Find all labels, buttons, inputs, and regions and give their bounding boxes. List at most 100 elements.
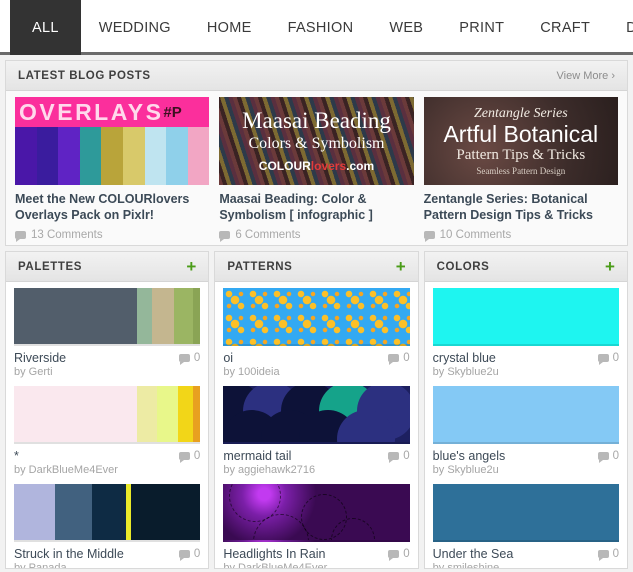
category-nav: ALLWEDDINGHOMEFASHIONWEBPRINTCRAFTDIGITA… [0, 0, 633, 55]
item-comment-count[interactable]: 0 [178, 450, 200, 464]
pattern-tile[interactable] [223, 386, 410, 445]
item-text-block: Riverside [14, 351, 66, 365]
item-name[interactable]: Headlights In Rain [223, 547, 325, 561]
item-author[interactable]: by Skyblue2u [433, 464, 619, 476]
zentangle-line-1: Zentangle Series [473, 105, 568, 121]
item-name[interactable]: Under the Sea [433, 547, 514, 561]
palette-color [54, 288, 96, 345]
zentangle-line-3: Pattern Tips & Tricks [456, 147, 586, 164]
pattern-tile[interactable] [223, 484, 410, 543]
item-meta-row: blue's angels 0 [433, 449, 619, 464]
item-author[interactable]: by 100ideia [223, 366, 409, 378]
list-item: Under the Sea 0 by smileshine [432, 484, 619, 568]
blog-post-comments[interactable]: 13 Comments [15, 229, 209, 243]
item-comment-count[interactable]: 0 [178, 352, 200, 366]
item-name[interactable]: blue's angels [433, 449, 506, 463]
comment-count-label: 0 [403, 548, 410, 561]
color-swatch[interactable] [432, 288, 619, 347]
blog-post-comments[interactable]: 6 Comments [219, 229, 413, 243]
item-text-block: crystal blue [433, 351, 496, 365]
pattern-tile[interactable] [223, 288, 410, 347]
nav-tab-fashion[interactable]: FASHION [270, 0, 372, 55]
add-plus-icon[interactable]: + [186, 258, 196, 275]
item-name[interactable]: oi [223, 351, 233, 365]
palette-color [92, 484, 126, 541]
comment-bubble-icon [178, 354, 190, 366]
overlay-strip [36, 127, 59, 185]
item-comment-count[interactable]: 0 [178, 548, 200, 562]
item-comment-count[interactable]: 0 [597, 548, 619, 562]
item-author[interactable]: by smileshine [433, 562, 619, 568]
add-plus-icon[interactable]: + [396, 258, 406, 275]
nav-tab-craft[interactable]: CRAFT [522, 0, 608, 55]
nav-tab-print[interactable]: PRINT [441, 0, 522, 55]
item-text-block: Headlights In Rain [223, 547, 325, 561]
palette-color [157, 386, 178, 443]
item-author[interactable]: by DarkBlueMe4Ever [223, 562, 409, 568]
overlay-strip [79, 127, 102, 185]
item-name[interactable]: Riverside [14, 351, 66, 365]
blog-post-comments[interactable]: 10 Comments [423, 229, 618, 243]
overlays-banner-tag: #P [163, 103, 182, 121]
color-swatch[interactable] [432, 386, 619, 445]
palette-color [14, 386, 55, 443]
blog-thumbnail[interactable]: Maasai Beading Colors & Symbolism COLOURlo… [219, 97, 414, 185]
comment-bubble-icon [15, 231, 26, 243]
nav-tab-all[interactable]: ALL [10, 0, 81, 55]
blog-post-title[interactable]: Meet the New COLOURlovers Overlays Pack … [15, 192, 209, 223]
comment-bubble-icon [178, 550, 190, 562]
nav-tab-digital-art[interactable]: DIGITAL ART [608, 0, 633, 55]
view-more-link[interactable]: View More › [557, 70, 615, 82]
item-name[interactable]: mermaid tail [223, 449, 291, 463]
palette-color [54, 386, 96, 443]
palette-swatch[interactable] [14, 288, 201, 347]
list-item: mermaid tail 0 by aggiehawk2716 [223, 386, 410, 476]
item-text-block: Under the Sea [433, 547, 514, 561]
blog-post-title[interactable]: Maasai Beading: Color & Symbolism [ info… [219, 192, 413, 223]
column-header: PATTERNS + [215, 252, 418, 283]
item-name[interactable]: crystal blue [433, 351, 496, 365]
palette-swatch[interactable] [14, 386, 201, 445]
blog-thumbnail[interactable]: Zentangle Series Artful Botanical Pattern … [423, 97, 618, 185]
item-comment-count[interactable]: 0 [597, 352, 619, 366]
list-item: * 0 by DarkBlueMe4Ever [14, 386, 201, 476]
blog-thumbnail[interactable]: OVERLAYS #P [15, 97, 210, 185]
add-plus-icon[interactable]: + [605, 258, 615, 275]
item-author[interactable]: by DarkBlueMe4Ever [14, 464, 200, 476]
palette-swatch[interactable] [14, 484, 201, 543]
item-name[interactable]: * [14, 449, 19, 463]
blog-post-title[interactable]: Zentangle Series: Botanical Pattern Desi… [424, 192, 618, 223]
nav-tab-home[interactable]: HOME [189, 0, 270, 55]
color-swatch[interactable] [432, 484, 619, 543]
item-comment-count[interactable]: 0 [597, 450, 619, 464]
comment-count-label: 0 [612, 352, 619, 365]
overlay-strip [122, 127, 145, 185]
column-title: PATTERNS [227, 260, 293, 273]
item-comment-count[interactable]: 0 [388, 352, 410, 366]
overlays-banner: OVERLAYS #P [15, 97, 210, 127]
item-text-block: mermaid tail [223, 449, 291, 463]
palette-color [136, 288, 152, 345]
palette-color [192, 386, 201, 443]
palette-color [14, 288, 55, 345]
item-author[interactable]: by Panada_ [14, 562, 200, 568]
column-header: PALETTES + [6, 252, 209, 283]
item-author[interactable]: by Skyblue2u [433, 366, 619, 378]
blog-card: OVERLAYS #P Meet the New COLOURlovers Over… [10, 97, 214, 243]
column-patterns: PATTERNS + oi 0 by 100ideia mermaid tail 0 by a… [214, 251, 419, 570]
item-author[interactable]: by Gerti [14, 366, 200, 378]
column-header: COLORS + [424, 252, 627, 283]
nav-tab-wedding[interactable]: WEDDING [81, 0, 189, 55]
item-name[interactable]: Struck in the Middle [14, 547, 124, 561]
item-meta-row: Headlights In Rain 0 [223, 547, 410, 562]
column-title: PALETTES [18, 260, 83, 273]
palette-color [95, 288, 137, 345]
item-author[interactable]: by aggiehawk2716 [223, 464, 409, 476]
column-item-list: Riverside 0 by Gerti * 0 by DarkBlueMe4Ever St… [6, 282, 208, 568]
nav-tab-web[interactable]: WEB [371, 0, 441, 55]
item-comment-count[interactable]: 0 [388, 548, 410, 562]
item-meta-row: Under the Sea 0 [433, 547, 619, 562]
column-title: COLORS [436, 260, 490, 273]
comment-count-label: 6 Comments [235, 229, 301, 242]
item-comment-count[interactable]: 0 [388, 450, 410, 464]
